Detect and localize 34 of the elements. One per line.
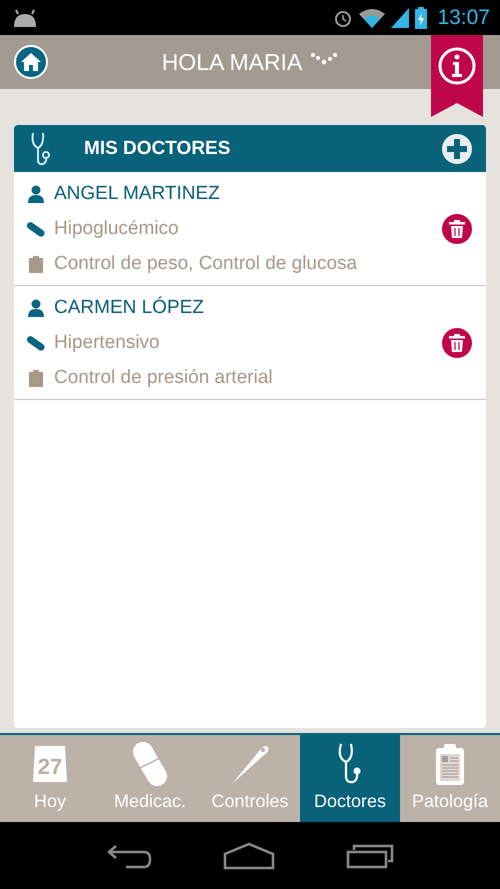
specialty-text: Hipoglucémico — [54, 218, 179, 240]
home-button[interactable] — [14, 45, 48, 79]
person-icon — [27, 184, 45, 202]
stethoscope-icon — [30, 130, 52, 166]
plus-icon — [447, 138, 467, 158]
clipboard-icon — [27, 254, 45, 272]
house-icon — [20, 52, 42, 72]
home-icon[interactable] — [222, 842, 275, 870]
delete-button[interactable] — [442, 214, 472, 244]
doctor-name: ANGEL MARTINEZ — [54, 182, 220, 204]
controls-text: Control de presión arterial — [54, 366, 273, 388]
info-icon — [431, 35, 483, 117]
dots-icon — [310, 52, 338, 66]
clipboard-icon — [435, 742, 465, 786]
person-icon — [27, 298, 45, 316]
android-icon — [12, 8, 38, 26]
signal-icon — [391, 8, 410, 28]
card-title: MIS DOCTORES — [84, 138, 232, 160]
greeting-title: HOLA MARIA — [162, 48, 302, 76]
clipboard-icon — [27, 368, 45, 386]
clock-time: 13:07 — [437, 6, 490, 30]
add-button[interactable] — [442, 134, 472, 164]
wifi-icon — [359, 8, 386, 28]
specialty-text: Hipertensivo — [54, 332, 160, 354]
info-ribbon-button[interactable] — [431, 35, 483, 117]
controls-text: Control de peso, Control de glucosa — [54, 252, 358, 274]
recent-apps-icon[interactable] — [346, 842, 394, 868]
tab[interactable]: Doctores — [300, 735, 400, 822]
trash-icon — [449, 334, 465, 352]
doctor-name: CARMEN LÓPEZ — [54, 296, 204, 318]
battery-icon — [415, 6, 428, 28]
back-icon[interactable] — [106, 842, 152, 868]
delete-button[interactable] — [442, 328, 472, 358]
trash-icon — [449, 220, 465, 238]
